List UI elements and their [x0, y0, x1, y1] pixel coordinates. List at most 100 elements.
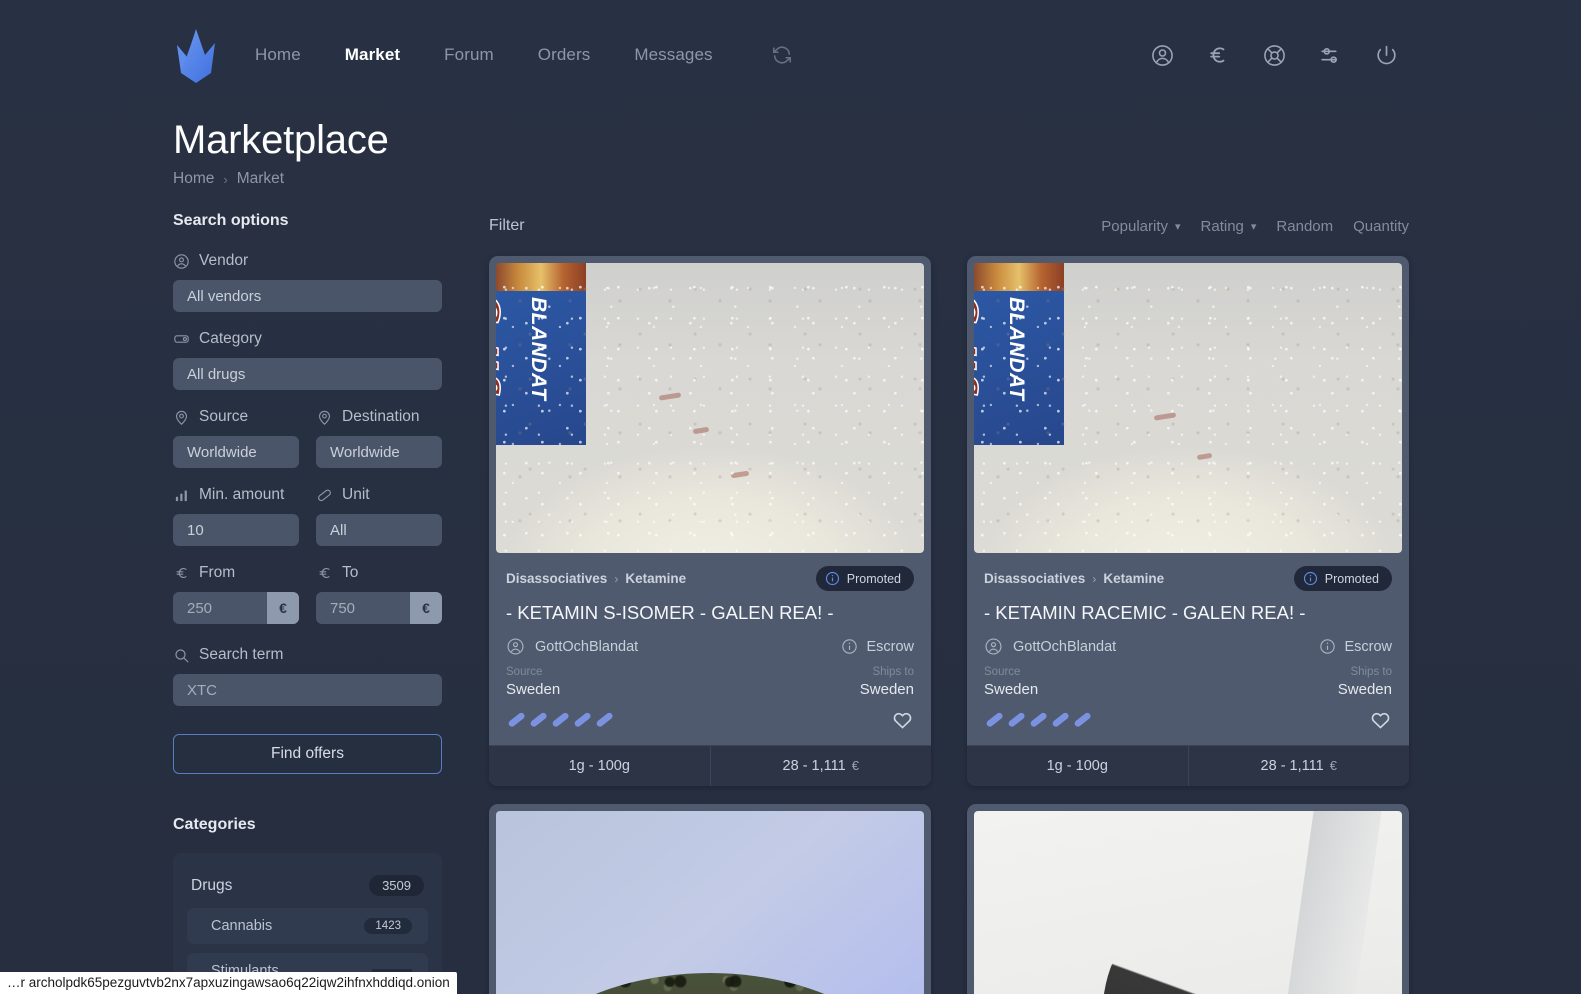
- sort-random[interactable]: Random: [1276, 218, 1333, 235]
- promoted-badge: Promoted: [815, 566, 914, 591]
- info-icon: [1319, 638, 1336, 655]
- price-from-field-label: From: [173, 564, 299, 582]
- product-title[interactable]: - KETAMIN RACEMIC - GALEN REA! -: [984, 602, 1392, 624]
- bars-icon: [173, 487, 190, 504]
- nav-icon-group: [1147, 40, 1401, 70]
- source-block: Source Sweden: [984, 665, 1038, 697]
- category-field-label: Category: [173, 330, 442, 348]
- chevron-right-icon: ›: [614, 571, 619, 586]
- search-term-field-label: Search term: [173, 646, 442, 664]
- price-from-currency: €: [267, 592, 299, 624]
- product-card[interactable]: Gott& BLANDAT Disassociatives › Ketamine: [967, 256, 1409, 786]
- escrow-label: Escrow: [1344, 638, 1392, 655]
- min-amount-input[interactable]: 10: [173, 514, 299, 546]
- sort-quantity[interactable]: Quantity: [1353, 218, 1409, 235]
- product-title[interactable]: - KETAMIN S-ISOMER - GALEN REA! -: [506, 602, 914, 624]
- sort-popularity[interactable]: Popularity ▾: [1101, 218, 1180, 235]
- product-vendor[interactable]: GottOchBlandat: [506, 637, 638, 656]
- unit-select[interactable]: All: [316, 514, 442, 546]
- category-child: Ketamine: [1103, 571, 1165, 586]
- account-icon[interactable]: [1147, 40, 1177, 70]
- breadcrumb-market[interactable]: Market: [237, 170, 284, 188]
- currency-symbol: €: [851, 757, 859, 773]
- find-offers-button[interactable]: Find offers: [173, 734, 442, 774]
- currency-icon[interactable]: [1203, 40, 1233, 70]
- page-title: Marketplace: [173, 118, 389, 162]
- nav-link-forum[interactable]: Forum: [422, 39, 516, 71]
- source-field-label: Source: [173, 408, 299, 426]
- logout-icon[interactable]: [1371, 40, 1401, 70]
- nav-link-market[interactable]: Market: [323, 39, 422, 71]
- nav-link-orders[interactable]: Orders: [516, 39, 613, 71]
- favorite-button[interactable]: [1369, 708, 1392, 731]
- destination-field-label: Destination: [316, 408, 442, 426]
- category-select[interactable]: All drugs: [173, 358, 442, 390]
- breadcrumb-home[interactable]: Home: [173, 170, 214, 188]
- price-range: 28 - 1,111: [782, 757, 846, 774]
- product-image[interactable]: Gott& BLANDAT: [496, 263, 924, 553]
- category-count-cannabis: 1423: [364, 918, 412, 934]
- product-vendor[interactable]: GottOchBlandat: [984, 637, 1116, 656]
- search-options-title: Search options: [173, 212, 289, 229]
- price-from-input[interactable]: 250: [173, 592, 267, 624]
- status-bar-url: …r archolpdk65pezguvtvb2nx7apxuzingawsao…: [0, 972, 457, 994]
- pill-icon: [1008, 712, 1025, 727]
- settings-icon[interactable]: [1315, 40, 1345, 70]
- product-card[interactable]: [967, 803, 1409, 994]
- nav-link-home[interactable]: Home: [233, 39, 323, 71]
- category-item-cannabis[interactable]: Cannabis 1423: [187, 908, 428, 944]
- search-term-input[interactable]: XTC: [173, 674, 442, 706]
- info-icon: [1303, 571, 1318, 586]
- nav-link-messages[interactable]: Messages: [612, 39, 734, 71]
- pill-icon: [1030, 712, 1047, 727]
- flame-logo[interactable]: [173, 25, 219, 85]
- product-image[interactable]: [496, 810, 924, 994]
- pill-icon: [596, 712, 613, 727]
- sort-quantity-label: Quantity: [1353, 217, 1409, 235]
- page-root: Home Market Forum Orders Messages Market…: [0, 0, 1581, 994]
- ships-to-value: Sweden: [859, 680, 914, 698]
- vendor-select[interactable]: All vendors: [173, 280, 442, 312]
- refresh-icon[interactable]: [769, 42, 795, 68]
- chevron-down-icon: ▾: [1250, 220, 1257, 233]
- category-item-drugs[interactable]: Drugs 3509: [173, 863, 442, 908]
- pin-icon: [173, 409, 190, 426]
- main-content: Filter Popularity ▾ Rating ▾ Random Quan…: [489, 212, 1409, 994]
- product-image[interactable]: Gott& BLANDAT: [974, 263, 1402, 553]
- chevron-down-icon: ▾: [1175, 220, 1181, 233]
- product-category-breadcrumb[interactable]: Disassociatives › Ketamine: [984, 571, 1164, 586]
- rating-pills: [506, 709, 615, 730]
- source-select[interactable]: Worldwide: [173, 436, 299, 468]
- promoted-label: Promoted: [1324, 571, 1379, 586]
- ships-to-value: Sweden: [1337, 680, 1392, 698]
- search-term-label: Search term: [199, 646, 284, 663]
- vendor-name: GottOchBlandat: [535, 638, 639, 655]
- sort-random-label: Random: [1276, 217, 1334, 235]
- support-icon[interactable]: [1259, 40, 1289, 70]
- filter-bar: Filter Popularity ▾ Rating ▾ Random Quan…: [489, 212, 1409, 240]
- product-card-body: Disassociatives › Ketamine Promoted - KE…: [967, 553, 1409, 745]
- price-from-input-group[interactable]: 250 €: [173, 592, 299, 624]
- powder-photo: Gott& BLANDAT: [974, 263, 1402, 553]
- escrow-indicator: Escrow: [841, 638, 914, 655]
- price-to-field-label: To: [316, 564, 442, 582]
- currency-symbol: €: [1329, 757, 1337, 773]
- destination-label: Destination: [342, 408, 420, 425]
- cannabis-photo: [496, 810, 924, 994]
- destination-select[interactable]: Worldwide: [316, 436, 442, 468]
- price-to-input-group[interactable]: 750 €: [316, 592, 442, 624]
- product-image[interactable]: [974, 810, 1402, 994]
- price-to-input[interactable]: 750: [316, 592, 410, 624]
- product-card[interactable]: Gott& BLANDAT Disassociatives › Ketamine: [489, 256, 931, 786]
- sort-rating[interactable]: Rating ▾: [1201, 218, 1257, 235]
- info-icon: [825, 571, 840, 586]
- vendor-name: GottOchBlandat: [1013, 638, 1117, 655]
- candy-bag-label: Gott& BLANDAT: [974, 263, 1064, 445]
- product-card-footer: 1g - 100g 28 - 1,111 €: [489, 744, 931, 786]
- product-card[interactable]: [489, 803, 931, 994]
- price-range-cell: 28 - 1,111 €: [1187, 745, 1410, 786]
- escrow-label: Escrow: [866, 638, 914, 655]
- favorite-button[interactable]: [891, 708, 914, 731]
- pill-icon: [316, 487, 333, 504]
- product-category-breadcrumb[interactable]: Disassociatives › Ketamine: [506, 571, 686, 586]
